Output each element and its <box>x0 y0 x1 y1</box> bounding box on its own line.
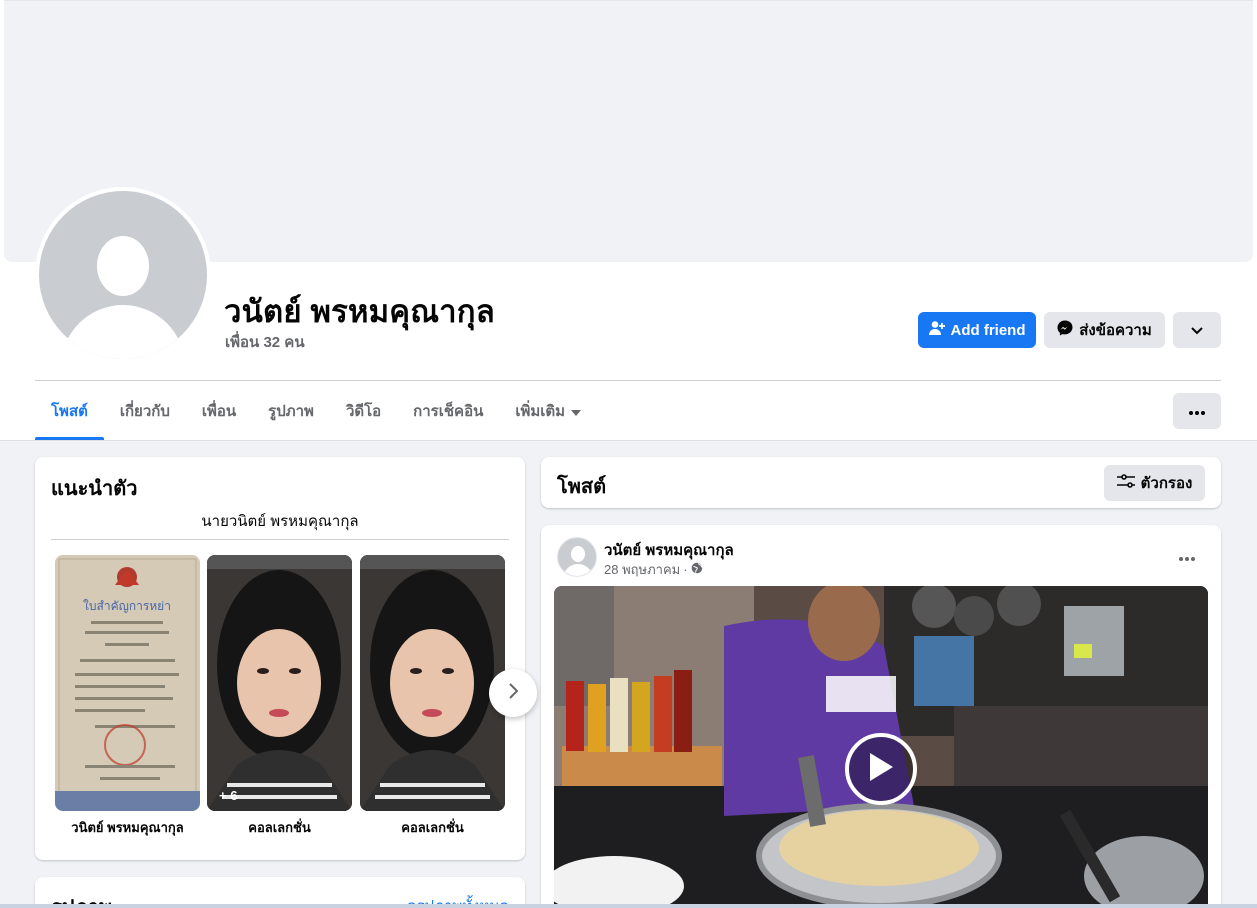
featured-label: คอลเลกชั่น <box>248 820 311 835</box>
chevron-down-icon <box>1191 322 1203 339</box>
featured-item-collection-1[interactable]: + 6 <box>207 555 352 811</box>
post-author-avatar[interactable] <box>557 537 597 577</box>
play-icon <box>868 752 894 787</box>
post-video[interactable] <box>554 586 1208 908</box>
posts-header-card: โพสต์ ตัวกรอง <box>541 457 1221 508</box>
certificate-image: ใบสำคัญการหย่า <box>55 555 200 811</box>
tab-videos[interactable]: วิดีโอ <box>330 382 397 440</box>
featured-next-button[interactable] <box>489 669 537 717</box>
tab-about[interactable]: เกี่ยวกับ <box>104 382 186 440</box>
add-person-icon <box>928 320 945 340</box>
messenger-icon <box>1057 320 1073 340</box>
ellipsis-icon <box>1189 402 1205 420</box>
profile-tabs: โพสต์ เกี่ยวกับ เพื่อน รูปภาพ วิดีโอ การ… <box>35 382 597 440</box>
post-options-button[interactable] <box>1169 539 1205 575</box>
default-avatar-icon <box>39 191 207 359</box>
friend-count[interactable]: เพื่อน 32 คน <box>225 330 305 354</box>
profile-picture[interactable] <box>35 187 211 363</box>
portrait-photo <box>360 555 505 811</box>
tab-checkins[interactable]: การเช็คอิน <box>397 382 499 440</box>
message-button[interactable]: ส่งข้อความ <box>1044 312 1165 348</box>
tabs-more-options-button[interactable] <box>1173 393 1221 429</box>
featured-item-collection-2[interactable] <box>360 555 505 811</box>
featured-item-certificate[interactable]: ใบสำคัญการหย่า <box>55 555 200 811</box>
chevron-right-icon <box>508 682 519 704</box>
intro-bio: นายวนิตย์ พรหมคุณากุล <box>201 513 359 530</box>
globe-icon <box>691 562 703 577</box>
play-button[interactable] <box>845 733 917 805</box>
header-divider <box>35 380 1221 381</box>
caret-down-icon <box>571 403 582 420</box>
certificate-title: ใบสำคัญการหย่า <box>83 599 171 613</box>
post-meta: 28 พฤษภาคม · <box>604 559 703 580</box>
featured-label: วนิตย์ พรหมคุณากุล <box>71 820 184 835</box>
filter-label: ตัวกรอง <box>1140 475 1193 492</box>
posts-title: โพสต์ <box>557 476 607 498</box>
intro-title: แนะนำตัว <box>51 478 138 500</box>
tab-posts[interactable]: โพสต์ <box>35 382 104 440</box>
add-friend-button[interactable]: Add friend <box>918 312 1036 348</box>
filter-button[interactable]: ตัวกรอง <box>1104 465 1205 501</box>
intro-divider <box>51 539 509 540</box>
post-card: วนัตย์ พรหมคุณากุล 28 พฤษภาคม · <box>541 525 1221 908</box>
featured-label: คอลเลกชั่น <box>401 820 464 835</box>
tab-photos[interactable]: รูปภาพ <box>252 382 330 440</box>
post-date[interactable]: 28 พฤษภาคม <box>604 559 680 580</box>
filter-icon <box>1116 474 1135 492</box>
profile-more-button[interactable] <box>1173 312 1221 348</box>
portrait-photo <box>207 555 352 811</box>
tab-more[interactable]: เพิ่มเติม <box>499 382 597 440</box>
add-friend-label: Add friend <box>950 321 1026 339</box>
tab-friends[interactable]: เพื่อน <box>186 382 252 440</box>
ellipsis-icon <box>1179 548 1195 566</box>
collection-count-badge: + 6 <box>219 788 238 803</box>
profile-name: วนัตย์ พรหมคุณากุล <box>224 294 495 329</box>
intro-card: แนะนำตัว นายวนิตย์ พรหมคุณากุล ใบสำคัญกา… <box>35 457 537 860</box>
message-label: ส่งข้อความ <box>1079 322 1152 339</box>
window-bottom-edge <box>0 904 1257 908</box>
